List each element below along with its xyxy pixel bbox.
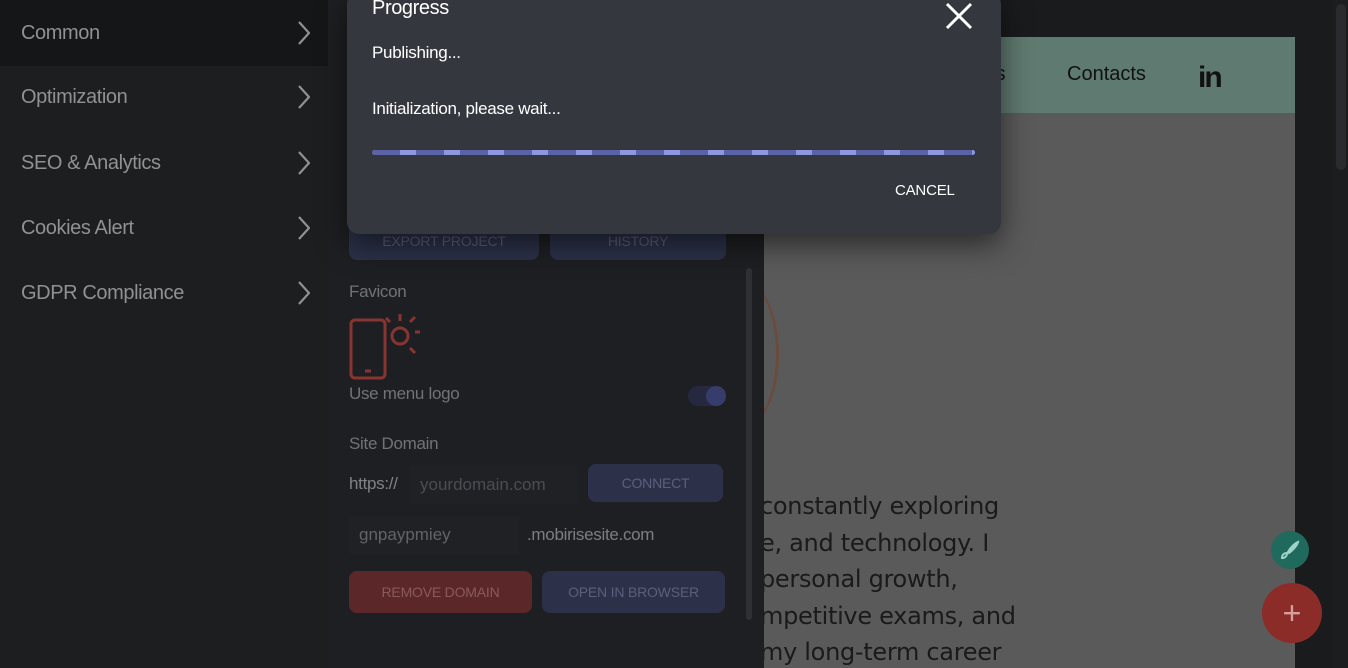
favicon-phone-icon[interactable] xyxy=(348,310,420,382)
cancel-button[interactable]: CANCEL xyxy=(895,182,955,199)
menu-item-gdpr-compliance[interactable]: GDPR Compliance xyxy=(0,260,328,326)
menu-item-label: SEO & Analytics xyxy=(21,151,161,174)
site-domain-label: Site Domain xyxy=(349,434,439,453)
menu-item-common[interactable]: Common xyxy=(0,0,328,66)
remove-domain-button[interactable]: REMOVE DOMAIN xyxy=(349,571,532,613)
body-text-line: constantly exploring xyxy=(764,492,999,520)
panel-scrollbar[interactable] xyxy=(746,268,752,620)
scrollbar-thumb[interactable] xyxy=(1336,4,1346,170)
menu-item-label: GDPR Compliance xyxy=(21,281,184,304)
progress-dialog: Progress Publishing... Initialization, p… xyxy=(347,0,1001,234)
nav-link-contacts[interactable]: Contacts xyxy=(1067,63,1146,86)
subdomain-suffix: .mobirisesite.com xyxy=(527,525,655,544)
status-secondary: Initialization, please wait... xyxy=(372,99,561,118)
linkedin-icon[interactable]: in xyxy=(1198,61,1223,95)
menu-item-label: Cookies Alert xyxy=(21,216,134,239)
body-text-line: e, and technology. I xyxy=(764,529,989,557)
menu-item-seo-analytics[interactable]: SEO & Analytics xyxy=(0,130,328,196)
progress-bar-indeterminate xyxy=(372,150,975,155)
chevron-right-icon xyxy=(298,281,310,305)
open-in-browser-button[interactable]: OPEN IN BROWSER xyxy=(542,571,725,613)
subdomain-field[interactable]: gnpaypmiey xyxy=(349,516,519,554)
domain-input[interactable]: yourdomain.com xyxy=(410,466,578,504)
brush-icon xyxy=(1280,540,1300,560)
protocol-prefix: https:// xyxy=(349,474,398,493)
close-icon[interactable] xyxy=(945,2,973,30)
chevron-right-icon xyxy=(298,21,310,45)
add-block-button[interactable]: + xyxy=(1262,583,1322,643)
edit-style-button[interactable] xyxy=(1271,531,1309,569)
status-primary: Publishing... xyxy=(372,43,461,62)
progress-bar xyxy=(372,150,975,155)
profile-photo xyxy=(764,279,779,429)
use-menu-logo-label: Use menu logo xyxy=(349,384,460,403)
body-text-line: my long-term career xyxy=(764,638,1002,666)
toggle-knob xyxy=(706,386,726,406)
menu-item-label: Optimization xyxy=(21,85,128,108)
settings-menu: Common Optimization SEO & Analytics Cook… xyxy=(0,0,328,668)
plus-icon: + xyxy=(1282,594,1302,631)
chevron-right-icon xyxy=(298,216,310,240)
menu-item-cookies-alert[interactable]: Cookies Alert xyxy=(0,195,328,261)
menu-item-optimization[interactable]: Optimization xyxy=(0,64,328,130)
favicon-label: Favicon xyxy=(349,282,407,301)
menu-item-label: Common xyxy=(21,21,100,44)
use-menu-logo-toggle[interactable] xyxy=(688,386,726,406)
body-text-line: personal growth, xyxy=(764,565,958,593)
page-scrollbar[interactable] xyxy=(1332,0,1348,668)
chevron-right-icon xyxy=(298,85,310,109)
connect-button[interactable]: CONNECT xyxy=(588,464,723,502)
body-text-line: mpetitive exams, and xyxy=(764,602,1016,630)
chevron-right-icon xyxy=(298,151,310,175)
dialog-title: Progress xyxy=(372,0,449,19)
